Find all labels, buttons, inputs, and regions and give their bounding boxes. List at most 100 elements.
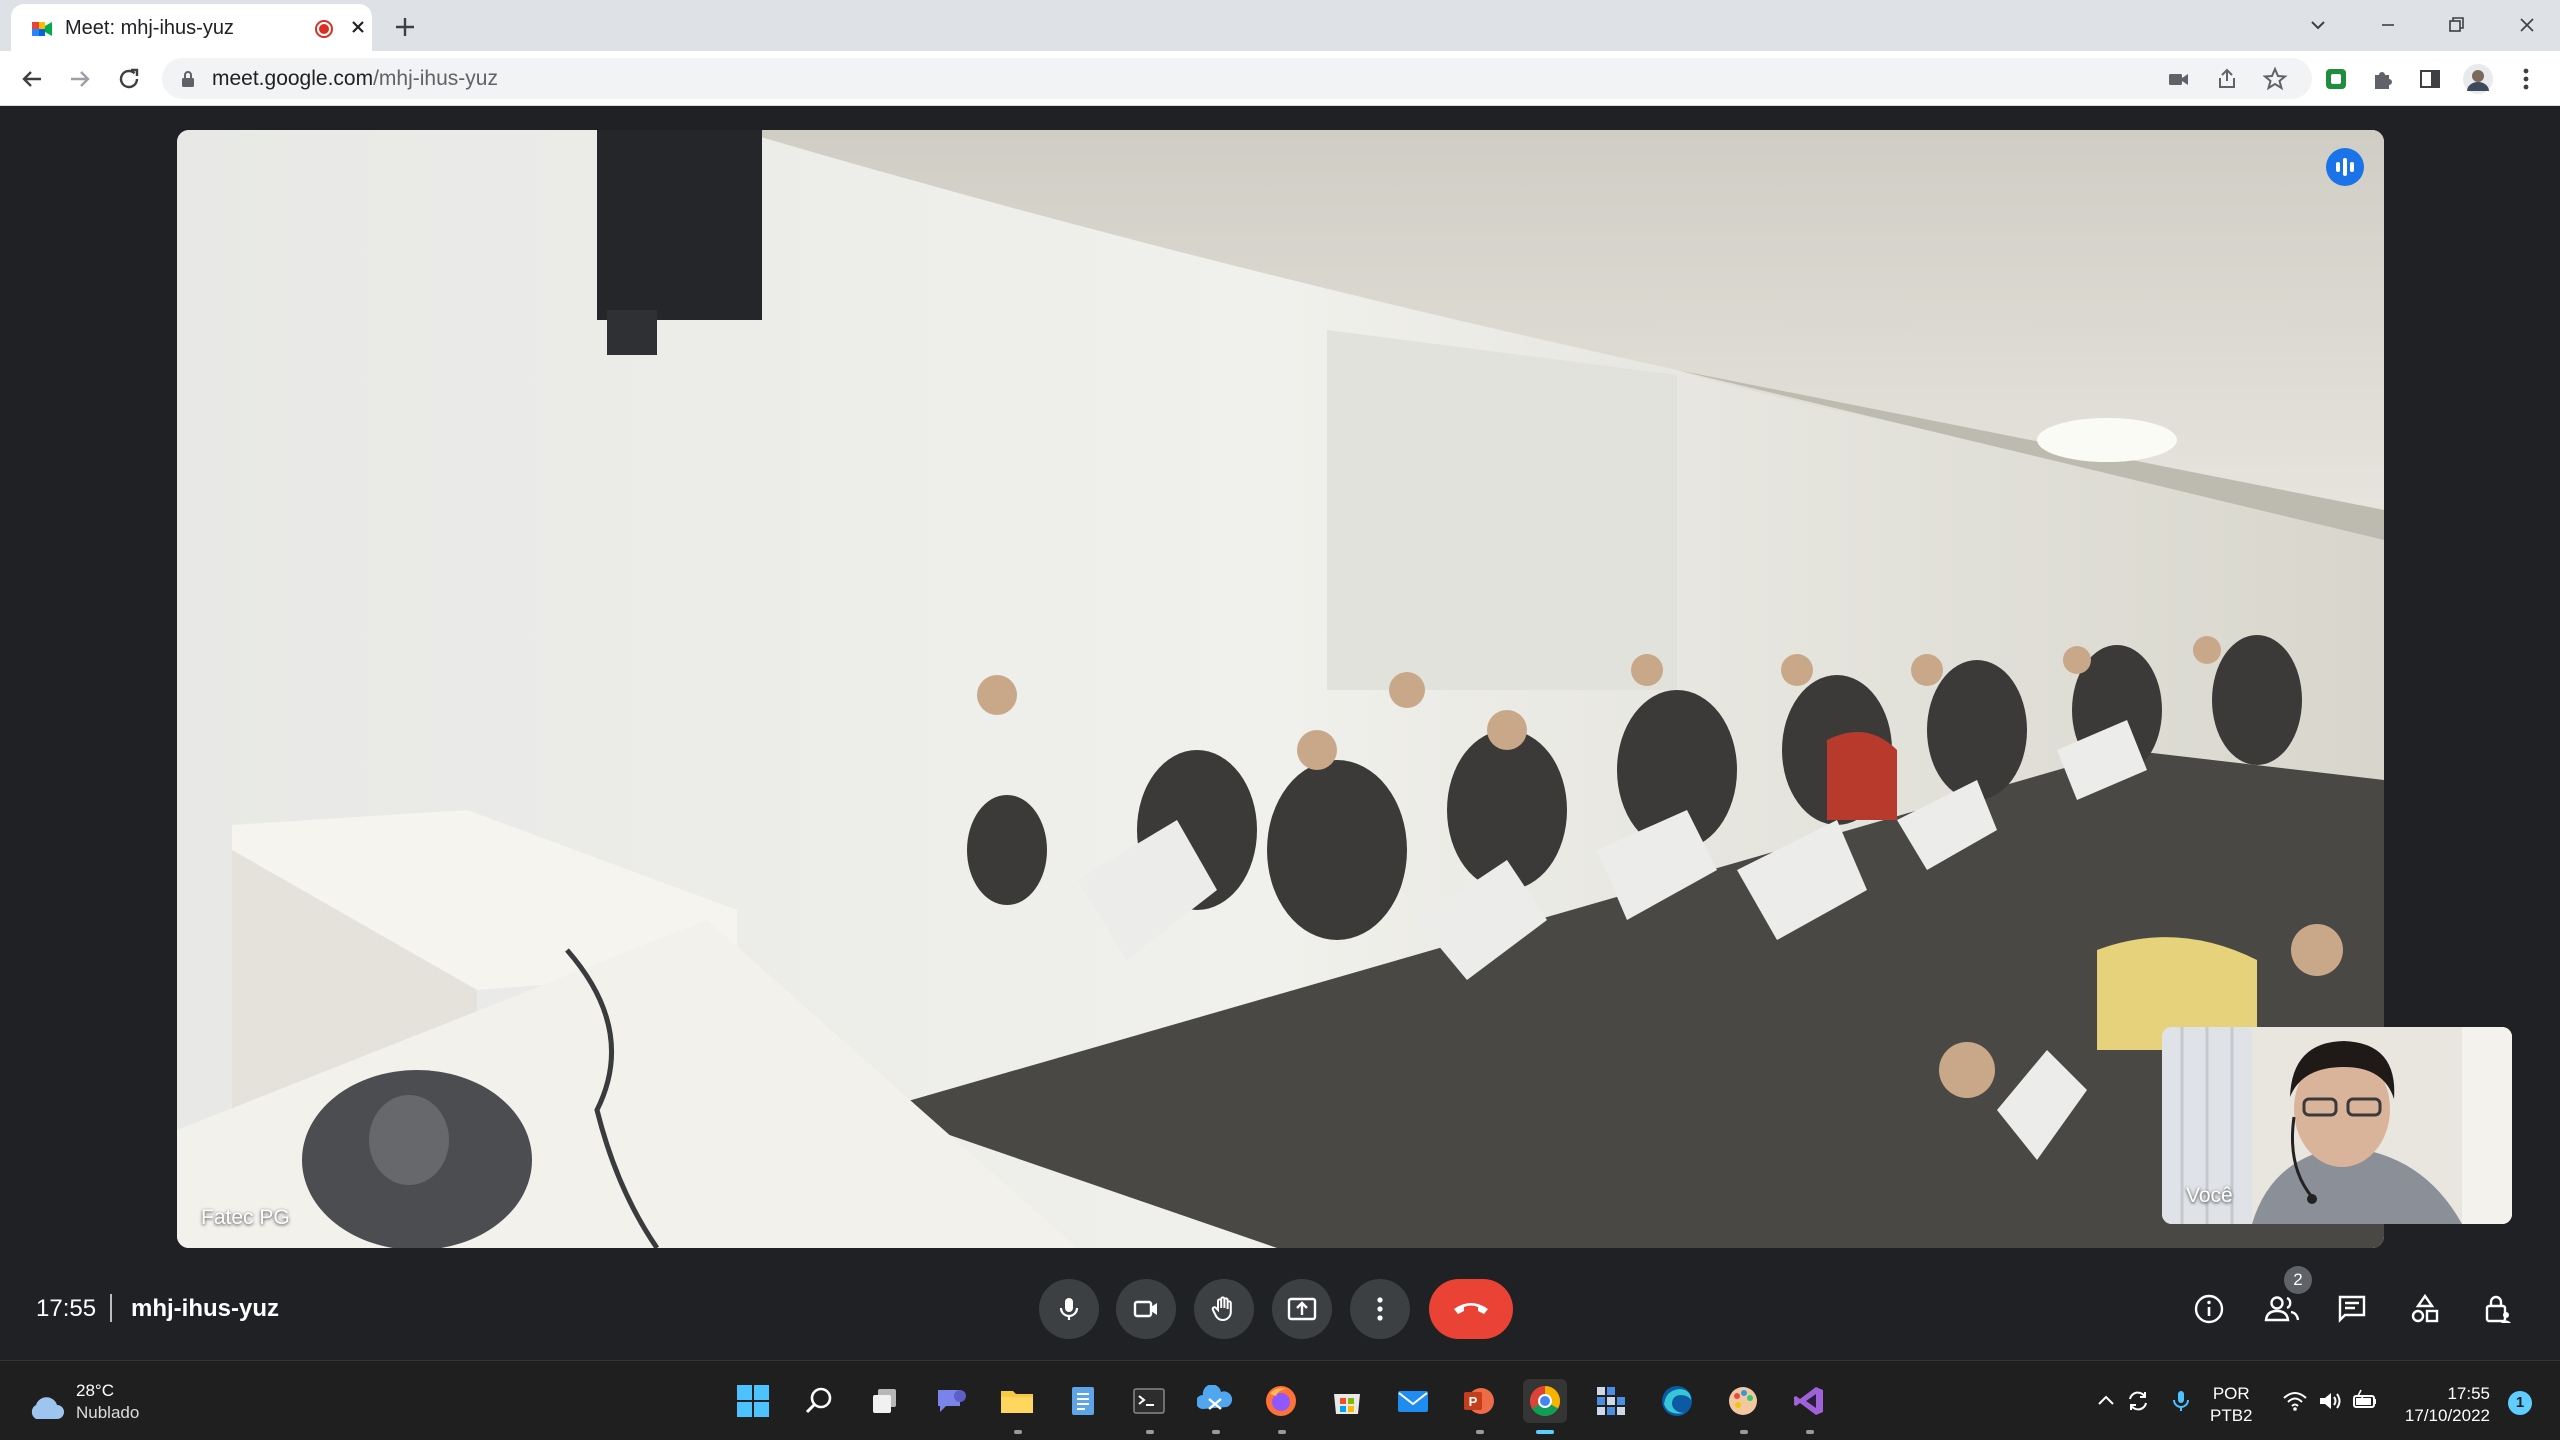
camera-icon[interactable] <box>2164 64 2194 94</box>
chrome[interactable] <box>1523 1379 1567 1423</box>
share-icon[interactable] <box>2212 64 2242 94</box>
snipping-tool[interactable] <box>1193 1379 1237 1423</box>
microphone-icon <box>1059 1298 1079 1320</box>
language-code: POR <box>2212 1384 2250 1403</box>
extension-green-icon[interactable] <box>2320 63 2352 95</box>
meeting-time: 17:55 <box>36 1295 97 1322</box>
reload-icon[interactable] <box>113 63 145 95</box>
app-grid[interactable] <box>1589 1379 1633 1423</box>
raise-hand-icon <box>1211 1296 1232 1322</box>
firefox[interactable] <box>1259 1379 1303 1423</box>
url-host: meet.google.com <box>212 67 374 90</box>
start-button[interactable] <box>731 1379 775 1423</box>
powerpoint[interactable]: P <box>1457 1379 1501 1423</box>
activities-icon <box>2411 1293 2439 1323</box>
meeting-details-button[interactable] <box>2184 1284 2234 1334</box>
microphone-button[interactable] <box>1039 1279 1099 1339</box>
host-controls-button[interactable] <box>2473 1284 2523 1334</box>
keyboard-layout: PTB2 <box>2210 1406 2253 1425</box>
edge[interactable] <box>1655 1379 1699 1423</box>
camera-button[interactable] <box>1116 1279 1176 1339</box>
self-view-tile[interactable]: Você <box>2162 1027 2512 1224</box>
powerpoint-icon: P <box>1464 1388 1494 1414</box>
teams-chat[interactable] <box>929 1379 973 1423</box>
minimize-icon[interactable] <box>2373 10 2403 40</box>
browser-tab-meet[interactable]: Meet: mhj-ihus-yuz <box>11 4 372 51</box>
url-path: /mhj-ihus-yuz <box>373 67 498 90</box>
raise-hand-button[interactable] <box>1194 1279 1254 1339</box>
visual-studio-icon <box>1794 1387 1823 1415</box>
chat-icon <box>2338 1295 2366 1323</box>
close-window-icon[interactable] <box>2512 10 2542 40</box>
new-tab-icon[interactable] <box>390 12 420 42</box>
meeting-code: mhj-ihus-yuz <box>131 1295 279 1322</box>
running-indicator <box>1740 1430 1748 1434</box>
visual-studio[interactable] <box>1787 1379 1831 1423</box>
tab-title: Meet: mhj-ihus-yuz <box>65 17 234 39</box>
google-meet-icon <box>32 22 52 36</box>
running-indicator <box>1476 1430 1484 1434</box>
lock-person-icon <box>2485 1295 2511 1323</box>
forward-icon[interactable] <box>64 63 96 95</box>
notification-badge[interactable]: 1 <box>2508 1391 2532 1415</box>
clock-time: 17:55 <box>2447 1384 2490 1403</box>
running-indicator <box>1146 1430 1154 1434</box>
volume-icon[interactable] <box>2316 1387 2344 1415</box>
meet-stage: Fatec PG Você <box>0 107 2560 1258</box>
leave-call-button[interactable] <box>1429 1279 1513 1339</box>
chevron-up-icon[interactable] <box>2092 1387 2120 1415</box>
edge-icon <box>1662 1386 1692 1416</box>
task-view[interactable] <box>863 1379 907 1423</box>
present-screen-button[interactable] <box>1272 1279 1332 1339</box>
input-language[interactable]: POR PTB2 <box>2210 1383 2253 1427</box>
weather-widget[interactable]: 28°C Nublado <box>26 1381 226 1431</box>
bookmark-star-icon[interactable] <box>2260 64 2290 94</box>
camera-icon <box>1133 1300 1157 1318</box>
present-screen-icon <box>1287 1297 1317 1321</box>
wifi-icon[interactable] <box>2281 1387 2309 1415</box>
self-name: Você <box>2186 1184 2233 1207</box>
chat-button[interactable] <box>2327 1284 2377 1334</box>
terminal[interactable] <box>1127 1379 1171 1423</box>
windows-taskbar: 28°C Nublado P POR PTB2 17:55 17/10/2022… <box>0 1360 2560 1440</box>
paint-icon <box>1729 1387 1757 1415</box>
microphone-in-use-icon[interactable] <box>2167 1387 2195 1415</box>
running-indicator <box>1212 1430 1220 1434</box>
speaking-indicator-icon <box>2326 148 2364 186</box>
sync-icon[interactable] <box>2124 1387 2152 1415</box>
kebab-menu-icon[interactable] <box>2510 63 2542 95</box>
taskbar-clock[interactable]: 17:55 17/10/2022 <box>2398 1383 2490 1427</box>
lock-icon[interactable] <box>180 70 196 88</box>
recording-icon <box>315 20 333 38</box>
store-icon <box>1334 1394 1360 1414</box>
teams-chat-icon <box>938 1390 966 1412</box>
profile-avatar[interactable] <box>2462 63 2494 95</box>
back-icon[interactable] <box>16 63 48 95</box>
url-text: meet.google.com/mhj-ihus-yuz <box>212 67 498 91</box>
tab-search-icon[interactable] <box>2303 10 2333 40</box>
chrome-icon <box>1529 1386 1561 1417</box>
battery-icon[interactable] <box>2351 1387 2379 1415</box>
restore-icon[interactable] <box>2441 10 2471 40</box>
taskbar-search[interactable] <box>797 1379 841 1423</box>
terminal-icon <box>1133 1388 1165 1414</box>
cloud-icon <box>31 1397 64 1419</box>
side-panel-icon[interactable] <box>2414 63 2446 95</box>
file-explorer[interactable] <box>995 1379 1039 1423</box>
browser-toolbar: meet.google.com/mhj-ihus-yuz <box>0 51 2560 106</box>
clock-date: 17/10/2022 <box>2404 1406 2490 1425</box>
participant-tile-main[interactable]: Fatec PG <box>177 130 2384 1248</box>
puzzle-icon[interactable] <box>2367 63 2399 95</box>
address-bar[interactable]: meet.google.com/mhj-ihus-yuz <box>162 58 2312 99</box>
firefox-icon <box>1266 1386 1296 1416</box>
close-tab-icon[interactable] <box>345 14 371 40</box>
browser-tab-strip: Meet: mhj-ihus-yuz <box>0 0 2560 51</box>
paint[interactable] <box>1721 1379 1765 1423</box>
microsoft-store[interactable] <box>1325 1379 1369 1423</box>
more-options-button[interactable] <box>1350 1279 1410 1339</box>
folder-icon <box>1001 1391 1033 1413</box>
activities-button[interactable] <box>2400 1284 2450 1334</box>
notepad[interactable] <box>1061 1379 1105 1423</box>
weather-condition: Nublado <box>76 1403 140 1422</box>
mail[interactable] <box>1391 1379 1435 1423</box>
